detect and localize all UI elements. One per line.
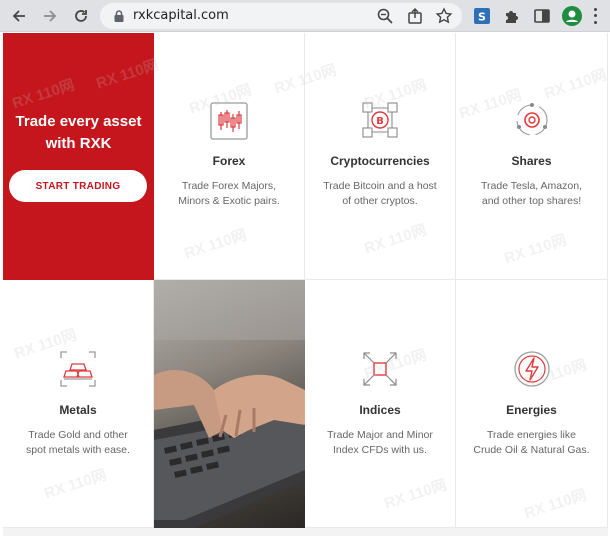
lightning-energy-icon <box>513 351 550 387</box>
indices-description: Trade Major and Minor Index CFDs with us… <box>327 429 433 456</box>
energies-description: Trade energies like Crude Oil & Natural … <box>473 429 590 456</box>
extension-s-icon[interactable]: S <box>473 7 491 25</box>
url-text[interactable]: rxkcapital.com <box>133 8 229 23</box>
svg-text:B: B <box>376 116 384 127</box>
svg-text:S: S <box>478 11 486 24</box>
crypto-description: Trade Bitcoin and a host of other crypto… <box>323 180 437 207</box>
shares-description: Trade Tesla, Amazon, and other top share… <box>481 180 582 207</box>
hero-banner: Trade every asset with RXK START TRADING <box>3 33 154 280</box>
menu-dots-icon[interactable] <box>591 6 599 26</box>
gold-bars-icon <box>60 351 96 387</box>
indices-card[interactable]: Indices Trade Major and Minor Index CFDs… <box>305 280 456 528</box>
forex-description: Trade Forex Majors, Minors & Exotic pair… <box>178 180 280 207</box>
reload-icon[interactable] <box>70 5 92 27</box>
indices-title: Indices <box>359 403 401 417</box>
shares-title: Shares <box>511 154 552 168</box>
bitcoin-cube-icon: B <box>362 102 398 138</box>
shares-orbit-icon <box>515 103 548 136</box>
page-content: Trade every asset with RXK START TRADING… <box>3 33 608 536</box>
forward-arrow-icon[interactable] <box>39 5 61 27</box>
forex-title: Forex <box>212 154 246 168</box>
browser-toolbar: rxkcapital.com S <box>0 0 610 32</box>
metals-description: Trade Gold and other spot metals with ea… <box>26 429 130 456</box>
energies-card[interactable]: Energies Trade energies like Crude Oil &… <box>456 280 608 528</box>
zoom-icon[interactable] <box>376 7 394 25</box>
candlestick-chart-icon <box>210 102 248 140</box>
lock-icon <box>114 10 124 22</box>
share-icon[interactable] <box>406 7 424 25</box>
side-panel-icon[interactable] <box>533 7 551 25</box>
energies-title: Energies <box>506 403 557 417</box>
crypto-card[interactable]: B Cryptocurrencies Trade Bitcoin and a h… <box>305 33 456 280</box>
start-trading-button[interactable]: START TRADING <box>9 170 147 202</box>
metals-card[interactable]: Metals Trade Gold and other spot metals … <box>3 280 154 528</box>
back-arrow-icon[interactable] <box>8 5 30 27</box>
puzzle-extensions-icon[interactable] <box>503 7 521 25</box>
laptop-typing-photo <box>154 280 305 528</box>
hero-title: Trade every asset with RXK <box>15 113 142 152</box>
forex-card[interactable]: Forex Trade Forex Majors, Minors & Exoti… <box>154 33 305 280</box>
shares-card[interactable]: Shares Trade Tesla, Amazon, and other to… <box>456 33 608 280</box>
crypto-title: Cryptocurrencies <box>330 154 430 168</box>
metals-title: Metals <box>59 403 97 417</box>
profile-avatar-icon[interactable] <box>562 6 582 26</box>
address-bar[interactable]: rxkcapital.com <box>100 3 462 29</box>
indices-arrows-icon <box>363 352 397 386</box>
bookmark-star-icon[interactable] <box>435 7 453 25</box>
section-divider <box>3 528 608 536</box>
